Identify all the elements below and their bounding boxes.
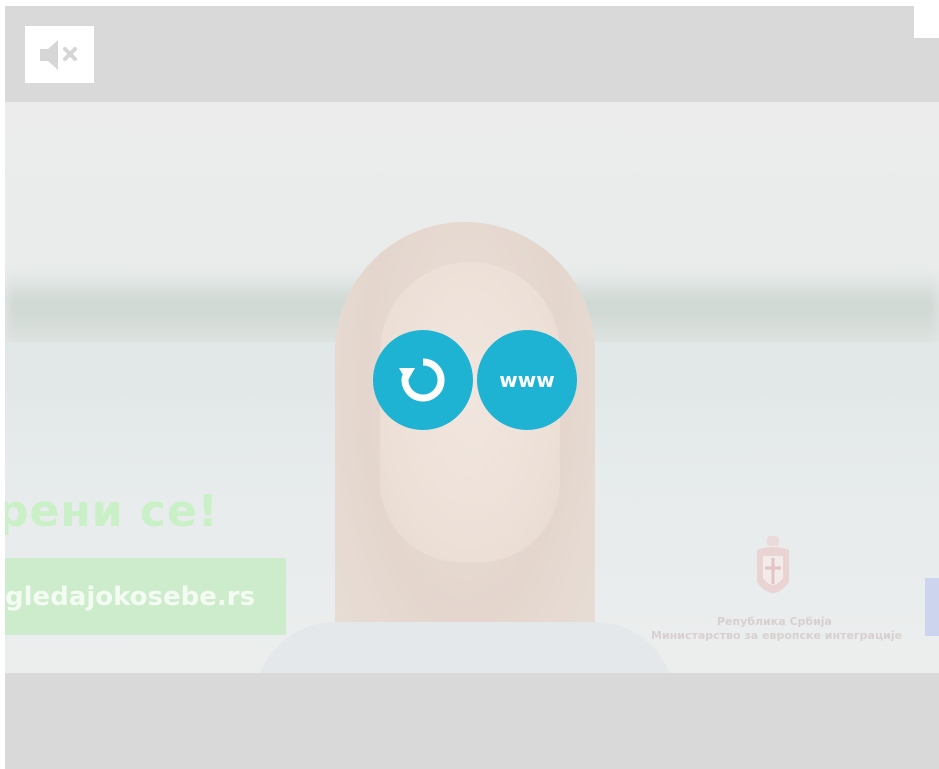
www-label: www	[499, 368, 555, 392]
coat-of-arms-icon	[757, 536, 789, 593]
mute-button[interactable]	[25, 26, 94, 83]
top-right-corner	[914, 6, 939, 38]
video-player-frame: рени се! gledajokosebe.rs Република Срби…	[5, 6, 939, 769]
website-button[interactable]: www	[477, 330, 577, 430]
ad-heading: рени се!	[5, 486, 219, 537]
ministry-line-2: Министарство за европске интеграције	[651, 629, 903, 642]
ad-url-box: gledajokosebe.rs	[5, 558, 286, 635]
ministry-line-1: Република Србија	[717, 615, 832, 628]
replay-icon	[399, 358, 445, 402]
ad-right-edge-element	[925, 578, 939, 636]
person-shoulders	[255, 622, 675, 673]
replay-button[interactable]	[373, 330, 473, 430]
ad-url: gledajokosebe.rs	[5, 581, 256, 612]
speaker-muted-icon	[39, 39, 77, 70]
